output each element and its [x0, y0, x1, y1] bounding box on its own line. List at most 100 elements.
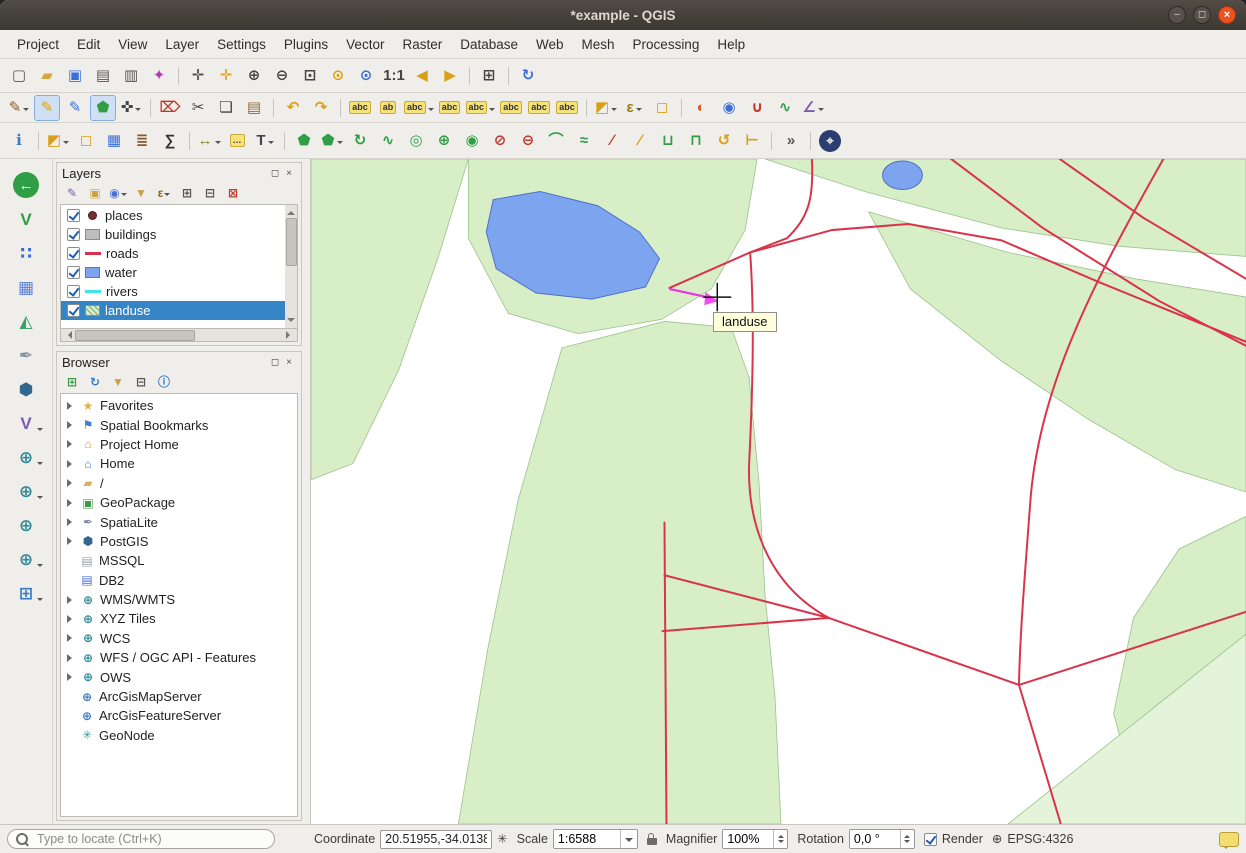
save-project-icon[interactable]: ▣	[62, 63, 88, 89]
pin-unpin-labels-icon[interactable]: abc	[403, 95, 435, 121]
text-annotation-icon[interactable]: T	[252, 128, 278, 154]
styling-dock-icon[interactable]: ◐	[688, 95, 714, 121]
expand-arrow-icon[interactable]	[64, 517, 76, 527]
browser-item[interactable]: ⬢ PostGIS	[61, 532, 297, 551]
menu-item[interactable]: Vector	[337, 37, 393, 52]
browser-item[interactable]: ✳ GeoNode	[61, 726, 297, 745]
filter-browser-icon[interactable]: ▼	[108, 373, 128, 390]
statistical-summary-icon[interactable]: ∑	[157, 128, 183, 154]
expand-arrow-icon[interactable]	[64, 633, 76, 643]
browser-item[interactable]: ▤ MSSQL	[61, 551, 297, 570]
log-messages-icon[interactable]	[1219, 832, 1239, 847]
browser-item[interactable]: ▤ DB2	[61, 571, 297, 590]
reshape-features-icon[interactable]: ≈	[571, 128, 597, 154]
save-layer-edits-icon[interactable]: ✎	[62, 95, 88, 121]
menu-item[interactable]: Raster	[393, 37, 451, 52]
highlight-pinned-labels-icon[interactable]: abc	[437, 95, 463, 121]
cut-features-icon[interactable]: ✂	[185, 95, 211, 121]
browser-item[interactable]: ⚑ Spatial Bookmarks	[61, 415, 297, 434]
properties-widget-icon[interactable]: ⓘ	[154, 373, 174, 390]
layer-item[interactable]: rivers	[61, 282, 285, 301]
rotation-spinbox[interactable]	[849, 829, 915, 849]
scale-input[interactable]	[554, 830, 620, 848]
browser-item[interactable]: ★ Favorites	[61, 396, 297, 415]
filter-legend-icon[interactable]: ▼	[131, 184, 151, 201]
layer-item[interactable]: places	[61, 206, 285, 225]
measure-line-icon[interactable]: ↔	[196, 128, 222, 154]
pan-map-icon[interactable]: ✛	[185, 63, 211, 89]
add-selected-layers-icon[interactable]: ⊞	[62, 373, 82, 390]
browser-item[interactable]: ⊕ ArcGisMapServer	[61, 687, 297, 706]
extents-toggle-icon[interactable]: ✳	[497, 833, 507, 846]
expand-arrow-icon[interactable]	[64, 653, 76, 663]
map-canvas[interactable]: landuse	[311, 159, 1246, 824]
coordinate-input[interactable]	[380, 830, 492, 849]
expand-arrow-icon[interactable]	[64, 536, 76, 546]
locate-search[interactable]	[7, 829, 275, 849]
add-xyz-layer-icon[interactable]: ⊕	[5, 543, 47, 575]
filter-by-expression-icon[interactable]: ε	[154, 184, 174, 201]
snapping-toggle-icon[interactable]: ∪	[744, 95, 770, 121]
add-ring-icon[interactable]: ◎	[403, 128, 429, 154]
pan-to-selection-icon[interactable]: ✛	[213, 63, 239, 89]
browser-item[interactable]: ⊕ WCS	[61, 629, 297, 648]
add-postgis-layer-icon[interactable]: ⬢	[5, 373, 47, 405]
browser-item[interactable]: ⊕ WMS/WMTS	[61, 590, 297, 609]
delete-part-icon[interactable]: ⊖	[515, 128, 541, 154]
add-virtual-layer-icon[interactable]: V	[5, 407, 47, 439]
add-arcgis-layer-icon[interactable]: ⊞	[5, 577, 47, 609]
panel-close-button[interactable]: ×	[282, 168, 296, 179]
add-wfs-layer-icon[interactable]: ⊕	[5, 509, 47, 541]
layer-item[interactable]: roads	[61, 244, 285, 263]
magnifier-input[interactable]	[723, 830, 773, 848]
menu-item[interactable]: Settings	[208, 37, 275, 52]
toggle-editing-icon[interactable]: ✎	[34, 95, 60, 121]
split-parts-icon[interactable]: ∕	[627, 128, 653, 154]
menu-item[interactable]: Help	[708, 37, 754, 52]
change-label-icon[interactable]: abc	[554, 95, 580, 121]
vertical-scrollbar[interactable]	[285, 204, 298, 329]
fill-ring-icon[interactable]: ◉	[459, 128, 485, 154]
expand-arrow-icon[interactable]	[64, 420, 76, 430]
menu-item[interactable]: View	[109, 37, 156, 52]
maximize-button[interactable]: ◻	[1193, 6, 1211, 24]
close-button[interactable]: ×	[1218, 6, 1236, 24]
menu-item[interactable]: Database	[451, 37, 527, 52]
layer-visibility-checkbox[interactable]	[67, 304, 80, 317]
zoom-out-icon[interactable]: ⊖	[269, 63, 295, 89]
minimize-button[interactable]: –	[1168, 6, 1186, 24]
expand-arrow-icon[interactable]	[64, 478, 76, 488]
zoom-native-icon[interactable]: 1:1	[381, 63, 407, 89]
expand-arrow-icon[interactable]	[64, 711, 75, 721]
layer-item[interactable]: landuse	[61, 301, 285, 320]
open-project-icon[interactable]: ▰	[34, 63, 60, 89]
browser-item[interactable]: ⊕ ArcGisFeatureServer	[61, 706, 297, 725]
layer-diagram-options-icon[interactable]: ab	[375, 95, 401, 121]
layer-labeling-options-icon[interactable]: abc	[347, 95, 373, 121]
select-by-expression-icon[interactable]: ε	[621, 95, 647, 121]
browser-item[interactable]: ▣ GeoPackage	[61, 493, 297, 512]
new-print-layout-icon[interactable]: ▤	[90, 63, 116, 89]
panel-close-button[interactable]: ×	[282, 357, 296, 368]
refresh-map-icon[interactable]: ↻	[515, 63, 541, 89]
select-features-by-area-icon[interactable]: ◩	[45, 128, 71, 154]
browser-item[interactable]: ⊕ OWS	[61, 667, 297, 686]
magnifier-spinbox[interactable]	[722, 829, 788, 849]
expand-all-icon[interactable]: ⊞	[177, 184, 197, 201]
open-layer-styling-icon[interactable]: ✎	[62, 184, 82, 201]
expand-arrow-icon[interactable]	[64, 401, 76, 411]
zoom-full-icon[interactable]: ⊡	[297, 63, 323, 89]
render-checkbox[interactable]	[924, 833, 937, 846]
browser-item[interactable]: ⊕ XYZ Tiles	[61, 609, 297, 628]
layer-item[interactable]: buildings	[61, 225, 285, 244]
zoom-to-selection-icon[interactable]: ⊙	[325, 63, 351, 89]
add-delimited-text-layer-icon[interactable]: ∷	[5, 237, 47, 269]
offset-curve-icon[interactable]: ⌒	[543, 128, 569, 154]
add-polygon-feature-icon[interactable]: ⬟	[90, 95, 116, 121]
locate-input[interactable]	[35, 831, 266, 847]
delete-ring-icon[interactable]: ⊘	[487, 128, 513, 154]
collapse-all-icon[interactable]: ⊟	[200, 184, 220, 201]
expand-arrow-icon[interactable]	[64, 575, 75, 585]
panel-float-button[interactable]: ◻	[268, 357, 282, 368]
scroll-left-icon[interactable]	[64, 331, 72, 339]
